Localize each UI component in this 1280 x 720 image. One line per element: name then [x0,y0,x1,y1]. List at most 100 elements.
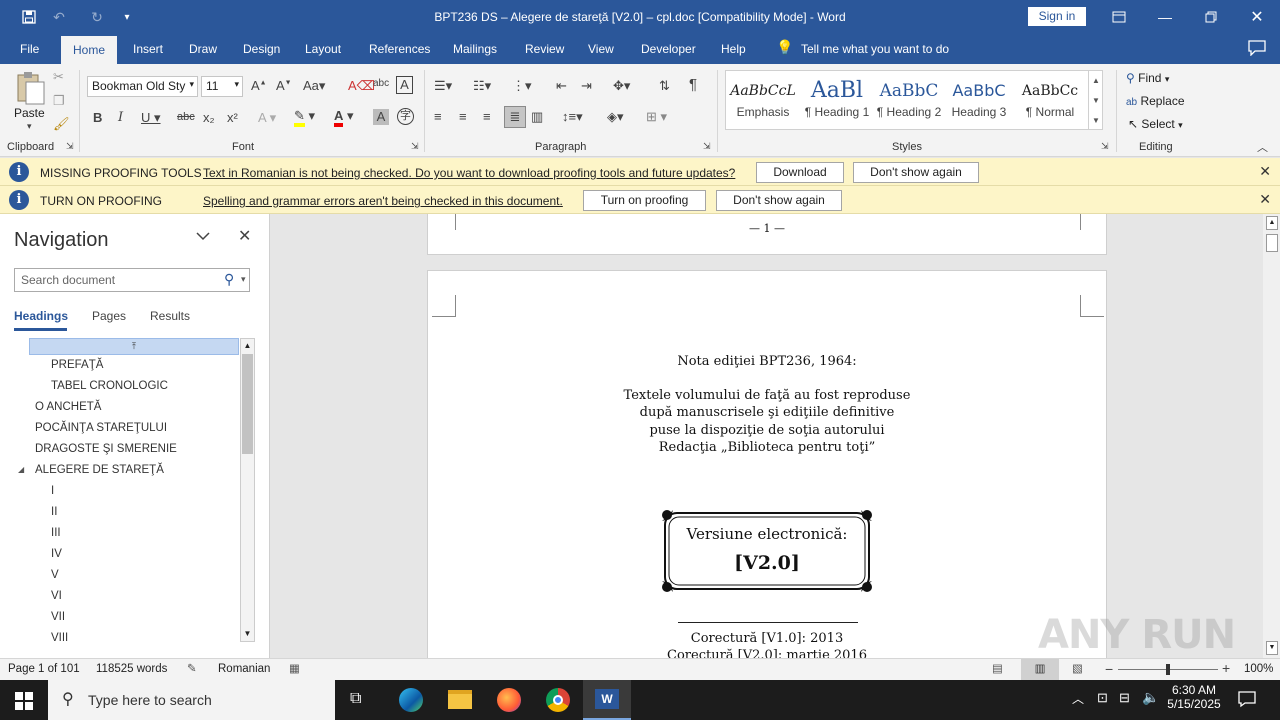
style-heading-1[interactable]: AaBl ¶ Heading 1 [802,77,872,119]
message-link[interactable]: Spelling and grammar errors aren't being… [203,194,563,208]
close-icon[interactable]: ✕ [1246,6,1268,28]
highlight-color-icon[interactable]: ✎ ▾ [294,108,315,127]
underline-icon[interactable]: U ▾ [141,110,161,126]
heading-item[interactable]: I [51,485,54,497]
style-normal[interactable]: AaBbCc ¶ Normal [1016,77,1084,119]
multilevel-list-icon[interactable]: ⋮▾ [512,78,532,94]
font-color-icon[interactable]: A ▾ [334,108,354,127]
scroll-up-icon[interactable]: ▲ [1089,71,1103,91]
enclose-characters-icon[interactable]: 字 [397,108,414,125]
chevron-down-icon[interactable]: ▾ [241,274,246,285]
document-area[interactable]: — 1 — Nota ediţiei BPT236, 1964: Textele… [270,214,1263,658]
character-border-icon[interactable]: A [396,76,413,94]
tab-pages[interactable]: Pages [92,309,126,323]
text-effects-icon[interactable]: A ▾ [258,110,276,126]
expand-collapse-icon[interactable]: ◢ [18,465,24,474]
heading-item[interactable]: PREFAŢĂ [51,359,103,371]
file-explorer-icon[interactable] [448,690,472,709]
tab-help[interactable]: Help [721,42,746,56]
tab-file[interactable]: File [20,42,39,56]
show-formatting-marks-icon[interactable]: ¶ [689,76,697,93]
align-right-icon[interactable]: ≡ [483,109,491,124]
accessibility-icon[interactable]: ▦ [289,661,300,675]
styles-launcher-icon[interactable]: ⇲ [1101,141,1109,152]
tab-headings[interactable]: Headings [14,309,68,323]
tab-draw[interactable]: Draw [189,42,217,56]
clock[interactable]: 6:30 AM 5/15/2025 [1165,683,1223,711]
heading-item[interactable]: ALEGERE DE STAREŢĂ [35,464,164,476]
download-button[interactable]: Download [756,162,844,183]
styles-scroll[interactable]: ▲ ▼ ▼ [1088,71,1103,130]
zoom-out-icon[interactable]: − [1105,661,1113,677]
numbering-icon[interactable]: ☷▾ [473,78,491,94]
character-shading-icon[interactable]: A [373,109,389,125]
clear-formatting-icon[interactable]: A⌫ [348,78,375,94]
format-painter-icon[interactable]: 🖌 [53,116,70,132]
scroll-down-icon[interactable]: ▼ [1266,641,1278,655]
find-button[interactable]: ⚲ Find ▾ [1126,71,1169,85]
print-layout-icon[interactable]: ▥ [1021,659,1059,680]
borders-icon[interactable]: ⊞ ▾ [646,109,667,125]
tab-design[interactable]: Design [243,42,280,56]
sign-in-button[interactable]: Sign in [1028,7,1086,26]
tab-developer[interactable]: Developer [641,42,696,56]
italic-icon[interactable]: I [118,110,123,125]
scroll-thumb[interactable] [242,354,253,454]
read-mode-icon[interactable]: ▤ [992,661,1003,675]
zoom-slider-thumb[interactable] [1166,664,1170,675]
replace-button[interactable]: ab Replace [1126,94,1185,108]
line-spacing-icon[interactable]: ↕≡▾ [562,109,583,125]
paste-dropdown-icon[interactable]: ▾ [27,121,32,132]
device-icon[interactable]: ⊡ [1097,690,1108,706]
align-left-icon[interactable]: ≡ [434,109,442,124]
tab-references[interactable]: References [369,42,430,56]
font-name-combo[interactable]: Bookman Old Sty ▾ [87,76,198,97]
dont-show-again-button[interactable]: Don't show again [716,190,842,211]
pane-options-icon[interactable] [195,228,211,244]
search-document-input[interactable]: Search document ⚲ ▾ [14,268,250,292]
close-icon[interactable]: ✕ [1259,191,1271,208]
language[interactable]: Romanian [218,663,270,675]
paragraph-launcher-icon[interactable]: ⇲ [703,141,711,152]
distributed-icon[interactable]: ▥ [531,109,543,125]
heading-item[interactable]: DRAGOSTE ŞI SMERENIE [35,443,177,455]
turn-on-proofing-button[interactable]: Turn on proofing [583,190,706,211]
network-icon[interactable]: ⊟ [1119,690,1130,706]
heading-item[interactable]: VIII [51,632,68,644]
close-pane-icon[interactable]: ✕ [238,229,251,245]
message-link[interactable]: Text in Romanian is not being checked. D… [203,166,735,180]
comments-icon[interactable] [1248,40,1266,59]
align-center-icon[interactable]: ≡ [459,109,467,124]
volume-icon[interactable]: 🔈 [1142,689,1159,706]
bullets-icon[interactable]: ☰▾ [434,78,452,94]
taskbar-search-box[interactable]: ⚲ Type here to search [48,680,335,720]
scroll-up-icon[interactable]: ▲ [1266,216,1278,230]
scroll-to-top-row[interactable]: ⤒ [29,338,239,355]
close-icon[interactable]: ✕ [1259,163,1271,180]
heading-item[interactable]: II [51,506,57,518]
justify-icon[interactable]: ≣ [504,106,526,128]
page-count[interactable]: Page 1 of 101 [8,663,80,675]
select-button[interactable]: ↖ Select ▾ [1128,117,1183,131]
scroll-down-icon[interactable]: ▼ [1089,91,1103,111]
tell-me-input[interactable]: Tell me what you want to do [801,42,949,56]
font-launcher-icon[interactable]: ⇲ [411,141,419,152]
clipboard-launcher-icon[interactable]: ⇲ [66,141,74,152]
bold-icon[interactable]: B [93,110,102,125]
tab-view[interactable]: View [588,42,614,56]
windows-start-icon[interactable] [15,692,33,713]
style-heading-2[interactable]: AaBbC ¶ Heading 2 [874,77,944,119]
phonetic-guide-icon[interactable]: abc [373,78,389,89]
minimize-icon[interactable]: — [1154,6,1176,28]
tab-home[interactable]: Home [61,36,117,64]
tab-mailings[interactable]: Mailings [453,42,497,56]
tab-layout[interactable]: Layout [305,42,341,56]
search-icon[interactable]: ⚲ [224,271,234,288]
increase-indent-icon[interactable]: ⇥ [581,78,592,94]
tab-insert[interactable]: Insert [133,42,163,56]
document-scrollbar[interactable]: ▲ ▼ [1263,214,1280,658]
heading-item[interactable]: POCĂINŢA STAREŢULUI [35,422,167,434]
heading-item[interactable]: VII [51,611,65,623]
heading-item[interactable]: V [51,569,59,581]
notifications-icon[interactable] [1238,690,1256,711]
